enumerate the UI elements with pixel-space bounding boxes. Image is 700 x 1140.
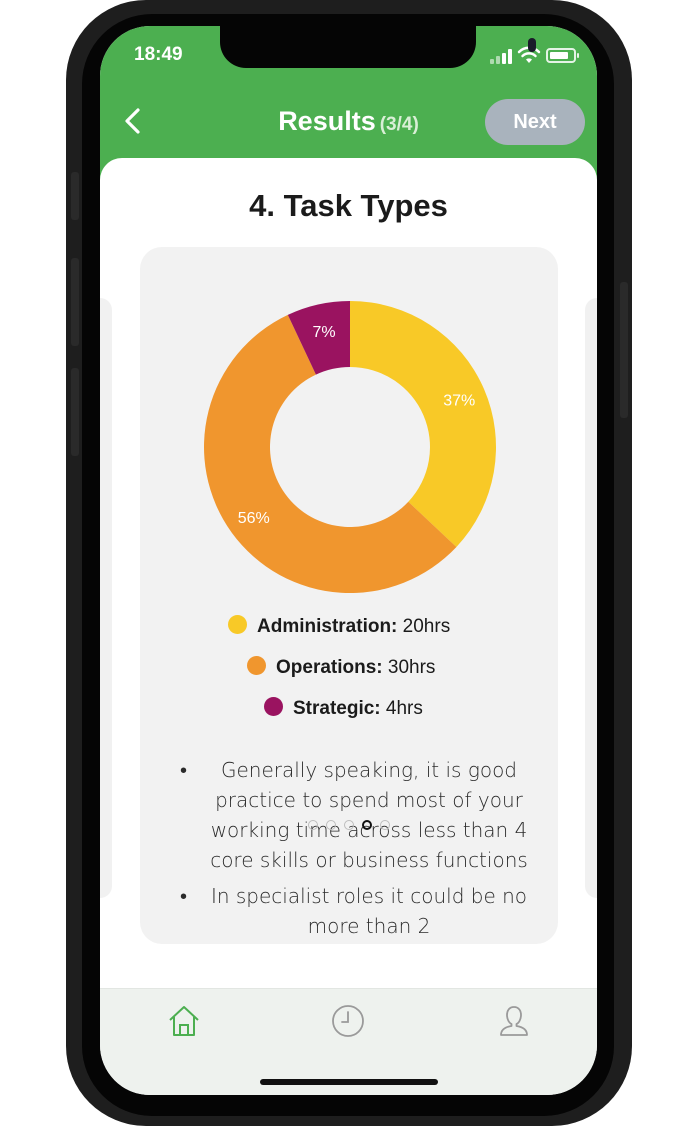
page-dot[interactable] — [307, 820, 318, 830]
legend-label: Administration: — [257, 616, 398, 637]
app-screen: 18:49 Results (3/4) Next 4. Task Types 3… — [100, 26, 597, 1095]
next-button[interactable]: Next — [485, 99, 585, 145]
content-sheet: 4. Task Types 37% 56% 7% Administration: 2… — [100, 158, 597, 988]
legend-label: Operations: — [276, 657, 383, 678]
legend-swatch — [228, 615, 247, 634]
donut-data-label: 7% — [312, 324, 335, 341]
legend-swatch — [264, 697, 283, 716]
legend-value: 20hrs — [402, 616, 451, 637]
note-text: In specialist roles it could be no more … — [210, 884, 528, 938]
task-types-donut-chart: 37% 56% 7% — [204, 301, 496, 593]
advice-notes: • Generally speaking, it is good practice… — [180, 755, 530, 944]
previous-card-peek[interactable] — [100, 298, 112, 898]
clock-icon[interactable] — [330, 1003, 366, 1039]
volume-up-button — [71, 258, 79, 346]
legend-item-administration: Administration: 20hrs — [140, 615, 558, 656]
page-indicator — [100, 820, 597, 830]
list-item: • In specialist roles it could be no more… — [180, 884, 528, 938]
device-notch — [220, 26, 536, 68]
home-indicator — [260, 1079, 438, 1085]
legend-value: 30hrs — [387, 657, 436, 678]
next-card-peek[interactable] — [585, 298, 597, 898]
chart-legend: Administration: 20hrs Operations: 30hrs … — [140, 615, 558, 738]
mute-switch — [71, 172, 79, 220]
power-button — [620, 282, 628, 418]
page-dot[interactable] — [379, 820, 390, 830]
donut-data-label: 37% — [443, 393, 475, 410]
donut-slice-administration — [350, 301, 496, 547]
result-card[interactable]: 37% 56% 7% Administration: 20hrs Operation… — [140, 247, 558, 944]
legend-label: Strategic: — [293, 698, 381, 719]
legend-item-operations: Operations: 30hrs — [140, 656, 558, 697]
legend-item-strategic: Strategic: 4hrs — [140, 697, 558, 738]
section-title: 4. Task Types — [249, 188, 448, 223]
page-title-text: Results — [278, 106, 376, 136]
legend-value: 4hrs — [385, 698, 423, 719]
page-dot-active[interactable] — [361, 820, 372, 830]
user-icon[interactable] — [496, 1003, 532, 1039]
page-step: (3/4) — [379, 114, 419, 135]
page-dot[interactable] — [325, 820, 336, 830]
legend-swatch — [247, 656, 266, 675]
home-icon[interactable] — [166, 1003, 202, 1039]
page-dot[interactable] — [343, 820, 354, 830]
donut-data-label: 56% — [238, 510, 270, 527]
note-text: Generally speaking, it is good practice … — [210, 758, 528, 872]
volume-down-button — [71, 368, 79, 456]
cellular-signal-icon — [490, 48, 512, 64]
camera-icon — [528, 38, 536, 52]
status-time: 18:49 — [134, 44, 183, 65]
list-item: • Generally speaking, it is good practice… — [180, 758, 528, 872]
battery-icon — [546, 48, 579, 63]
